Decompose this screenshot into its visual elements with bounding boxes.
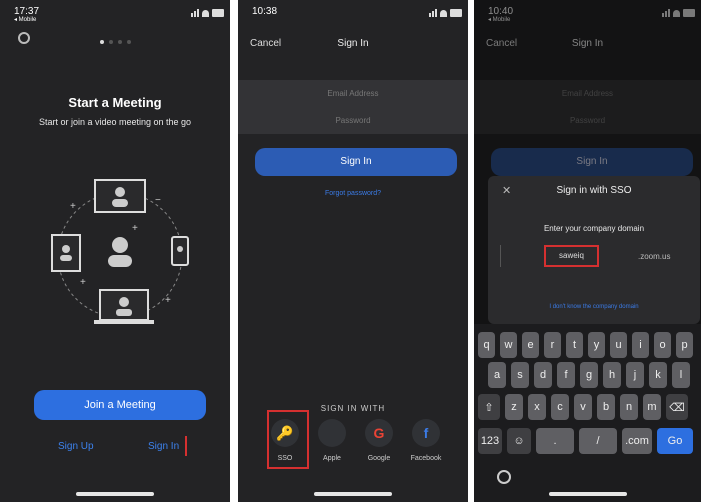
key-h[interactable]: h [603, 362, 621, 388]
svg-text:+: + [70, 201, 76, 212]
apple-icon [318, 419, 346, 447]
sign-in-button[interactable]: Sign In [255, 148, 457, 176]
keyboard-row-2: asdfghjkl [488, 362, 690, 388]
email-field[interactable]: Email Address [238, 80, 468, 108]
domain-suffix: .zoom.us [638, 252, 671, 261]
meeting-illustration: + + + + − [51, 179, 189, 324]
key-f[interactable]: f [557, 362, 575, 388]
key-r[interactable]: r [544, 332, 561, 358]
page-subtitle: Start or join a video meeting on the go [38, 117, 192, 127]
provider-label: Apple [323, 455, 341, 462]
provider-google-button[interactable]: G Google [362, 419, 396, 462]
nav-title: Sign In [337, 38, 369, 49]
key-symbol[interactable]: ⌫ [666, 394, 688, 420]
sso-sign-in-screen: 10:40 ◂ Mobile Cancel Sign In Email Addr… [474, 0, 701, 502]
status-bar: 17:37 ◂ Mobile [10, 4, 224, 24]
key-z[interactable]: z [505, 394, 523, 420]
status-carrier: ◂ Mobile [14, 17, 37, 23]
forgot-password-link[interactable]: Forgot password? [238, 190, 468, 197]
sso-dialog: ✕ Sign in with SSO Enter your company do… [488, 176, 700, 324]
key-v[interactable]: v [574, 394, 592, 420]
join-meeting-button[interactable]: Join a Meeting [34, 390, 206, 420]
key-symbol[interactable]: ⇧ [478, 394, 500, 420]
wifi-icon [202, 10, 209, 17]
key-w[interactable]: w [500, 332, 517, 358]
sso-highlight-box [267, 410, 309, 469]
unknown-domain-link[interactable]: I don't know the company domain [488, 304, 700, 310]
key-u[interactable]: u [610, 332, 627, 358]
provider-label: Facebook [410, 455, 442, 462]
provider-facebook-button[interactable]: f Facebook [409, 419, 443, 462]
google-icon: G [365, 419, 393, 447]
provider-apple-button[interactable]: Apple [315, 419, 349, 462]
provider-label: Google [367, 455, 391, 462]
start-meeting-screen: 17:37 ◂ Mobile Start a Meeting Start or … [0, 0, 230, 502]
key-e[interactable]: e [522, 332, 539, 358]
input-divider [500, 245, 501, 267]
key-p[interactable]: p [676, 332, 693, 358]
key-Go[interactable]: Go [657, 428, 693, 454]
battery-icon [212, 9, 224, 17]
home-indicator [314, 492, 392, 496]
key-symbol[interactable]: . [536, 428, 574, 454]
svg-text:+: + [165, 295, 171, 306]
key-j[interactable]: j [626, 362, 644, 388]
wifi-icon [440, 10, 447, 17]
key-s[interactable]: s [511, 362, 529, 388]
keyboard-row-1: qwertyuiop [478, 332, 693, 358]
domain-input[interactable]: saweiq [544, 245, 599, 267]
key-i[interactable]: i [632, 332, 649, 358]
keyboard-row-4: 123 ☺. / .com Go [478, 428, 693, 454]
key-com[interactable]: .com [622, 428, 652, 454]
key-b[interactable]: b [597, 394, 615, 420]
key-l[interactable]: l [672, 362, 690, 388]
svg-text:+: + [80, 277, 86, 288]
key-t[interactable]: t [566, 332, 583, 358]
signal-icon [191, 9, 199, 17]
sign-up-link[interactable]: Sign Up [58, 441, 94, 452]
key-123[interactable]: 123 [478, 428, 502, 454]
dialog-prompt: Enter your company domain [543, 224, 645, 233]
key-g[interactable]: g [580, 362, 598, 388]
emoji-icon[interactable] [497, 470, 511, 484]
key-d[interactable]: d [534, 362, 552, 388]
key-a[interactable]: a [488, 362, 506, 388]
sign-in-link[interactable]: Sign In [148, 441, 179, 452]
key-symbol[interactable]: ☺ [507, 428, 531, 454]
signal-icon [429, 9, 437, 17]
key-n[interactable]: n [620, 394, 638, 420]
status-icons [191, 9, 224, 17]
key-q[interactable]: q [478, 332, 495, 358]
keyboard-row-3: ⇧ z x c v b n m ⌫ [478, 394, 688, 420]
status-time: 10:38 [252, 6, 278, 17]
key-x[interactable]: x [528, 394, 546, 420]
key-symbol[interactable]: / [579, 428, 617, 454]
key-y[interactable]: y [588, 332, 605, 358]
home-indicator [548, 492, 627, 496]
nav-bar: Cancel Sign In [238, 38, 468, 54]
facebook-icon: f [412, 419, 440, 447]
home-indicator [76, 492, 154, 496]
password-field[interactable]: Password [238, 107, 468, 134]
svg-text:−: − [155, 195, 161, 206]
gear-icon[interactable] [18, 32, 30, 44]
page-indicator [100, 40, 131, 44]
dialog-title: Sign in with SSO [556, 185, 632, 196]
battery-icon [450, 9, 462, 17]
status-bar: 10:38 [248, 4, 462, 24]
tap-highlight-marker [185, 436, 187, 456]
page-title: Start a Meeting [68, 95, 162, 110]
svg-text:+: + [132, 223, 138, 234]
key-k[interactable]: k [649, 362, 667, 388]
key-m[interactable]: m [643, 394, 661, 420]
status-icons [429, 9, 462, 17]
key-o[interactable]: o [654, 332, 671, 358]
key-c[interactable]: c [551, 394, 569, 420]
